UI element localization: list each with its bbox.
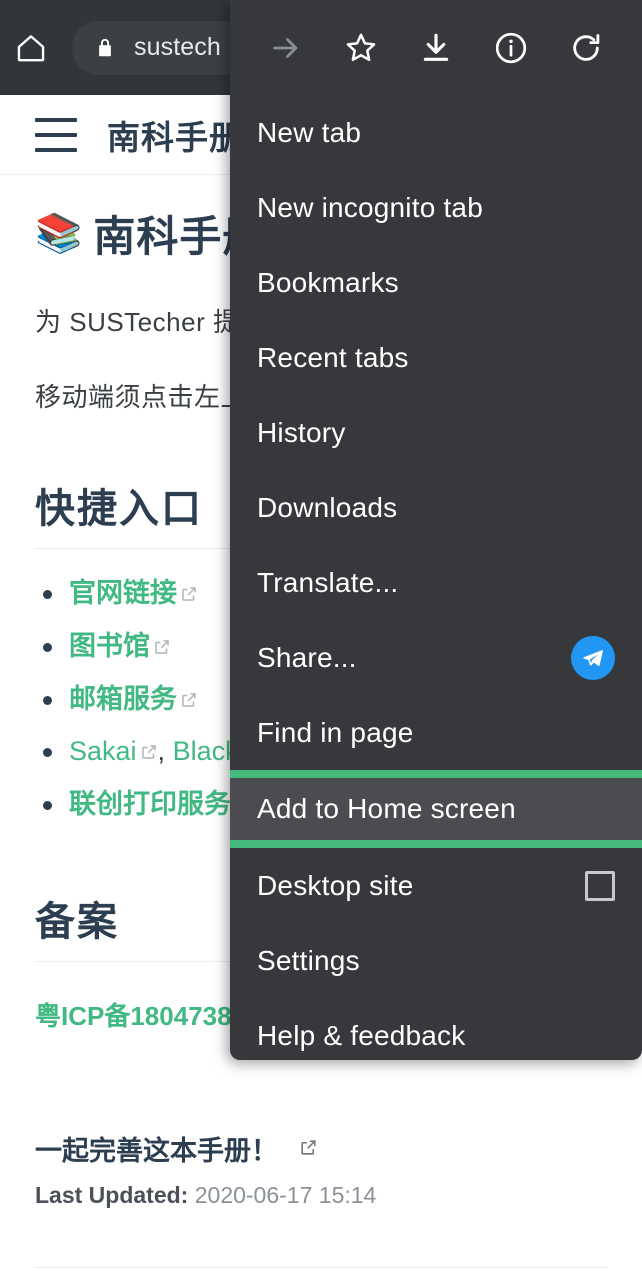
books-emoji-icon: 📚 [35, 212, 84, 255]
menu-item-share[interactable]: Share... [230, 620, 642, 695]
menu-item-bookmarks[interactable]: Bookmarks [230, 245, 642, 320]
menu-item-label: Recent tabs [257, 341, 409, 373]
menu-item-label: Share... [257, 641, 357, 673]
bookmark-star-icon[interactable] [323, 0, 398, 95]
menu-item-new-tab[interactable]: New tab [230, 95, 642, 170]
last-updated-label: Last Updated: [35, 1181, 189, 1208]
menu-item-label: Find in page [257, 716, 414, 748]
external-link-icon [299, 1133, 318, 1164]
external-link-icon [153, 627, 171, 669]
menu-item-recent-tabs[interactable]: Recent tabs [230, 320, 642, 395]
page-info-icon[interactable] [474, 0, 549, 95]
menu-item-list: New tab New incognito tab Bookmarks Rece… [230, 95, 642, 1060]
checkbox-icon [585, 870, 615, 901]
menu-item-label: Downloads [257, 491, 398, 523]
hamburger-menu-icon[interactable] [35, 117, 77, 152]
menu-item-settings[interactable]: Settings [230, 923, 642, 998]
menu-item-history[interactable]: History [230, 395, 642, 470]
menu-icon-row [230, 0, 642, 95]
browser-overflow-menu: New tab New incognito tab Bookmarks Rece… [230, 0, 642, 1060]
url-text: sustech [134, 33, 221, 61]
menu-item-label: Translate... [257, 566, 399, 598]
menu-item-label: History [257, 416, 346, 448]
menu-item-label: New tab [257, 116, 362, 148]
contribute-label: 一起完善这本手册！ [35, 1135, 278, 1166]
menu-item-label: Help & feedback [257, 1019, 466, 1051]
menu-item-label: Settings [257, 944, 360, 976]
menu-item-downloads[interactable]: Downloads [230, 470, 642, 545]
last-updated: Last Updated: 2020-06-17 15:14 [35, 1182, 607, 1209]
link-print-service[interactable]: 联创打印服务 [69, 789, 231, 819]
home-icon[interactable] [0, 0, 62, 95]
link-separator: , [157, 736, 173, 767]
contribute-link[interactable]: 一起完善这本手册！ [35, 1129, 607, 1168]
site-title: 南科手册 [107, 118, 243, 156]
desktop-site-checkbox[interactable] [585, 870, 615, 901]
menu-item-find-in-page[interactable]: Find in page [230, 695, 642, 770]
menu-item-add-to-home-screen[interactable]: Add to Home screen [230, 778, 642, 840]
menu-item-new-incognito-tab[interactable]: New incognito tab [230, 170, 642, 245]
lock-icon [94, 37, 116, 59]
forward-icon[interactable] [248, 0, 323, 95]
menu-item-label: Desktop site [257, 869, 414, 901]
reload-icon[interactable] [549, 0, 624, 95]
link-official-site[interactable]: 官网链接 [69, 578, 177, 608]
last-updated-value: 2020-06-17 15:14 [194, 1181, 377, 1208]
menu-item-label: Bookmarks [257, 266, 399, 298]
menu-item-desktop-site[interactable]: Desktop site [230, 848, 642, 923]
menu-item-label: Add to Home screen [257, 793, 516, 824]
external-link-icon [180, 574, 198, 616]
menu-item-add-to-home-screen-highlight: Add to Home screen [230, 770, 642, 848]
link-mail-service[interactable]: 邮箱服务 [69, 684, 177, 714]
link-sakai[interactable]: Sakai [69, 736, 137, 766]
external-link-icon [140, 732, 158, 774]
telegram-send-icon [571, 635, 615, 680]
link-library[interactable]: 图书馆 [69, 631, 150, 661]
external-link-icon [180, 680, 198, 722]
share-target-badge[interactable] [571, 635, 615, 680]
download-icon[interactable] [398, 0, 473, 95]
footer-divider [35, 1266, 607, 1268]
menu-item-translate[interactable]: Translate... [230, 545, 642, 620]
menu-item-help-and-feedback[interactable]: Help & feedback [230, 998, 642, 1060]
menu-item-label: New incognito tab [257, 191, 483, 223]
